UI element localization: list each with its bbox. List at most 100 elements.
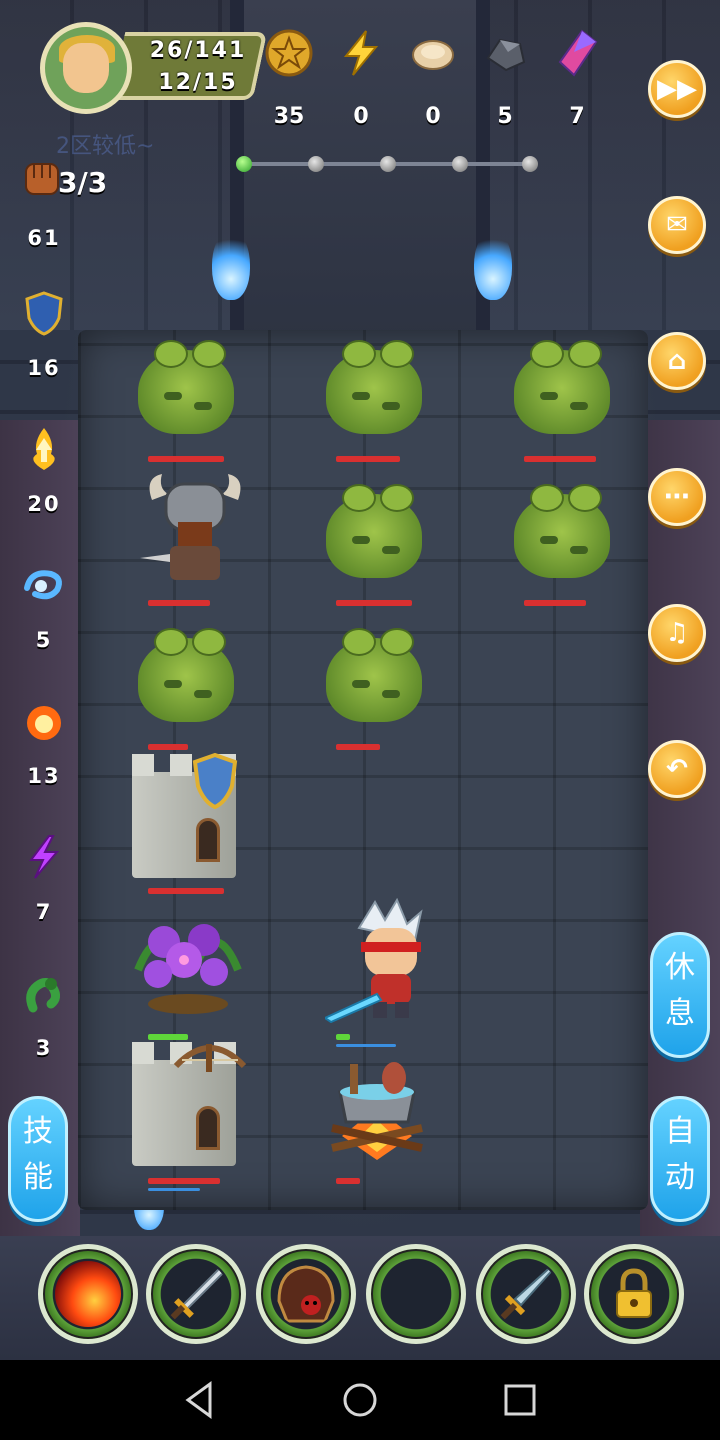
home-button[interactable]: ⌂ [648, 332, 706, 390]
skill-label-1: 技 [23, 1114, 53, 1149]
viking-warrior-enemy[interactable] [140, 470, 250, 590]
shield-icon [192, 752, 238, 810]
rest-button[interactable]: 休 息 [650, 932, 710, 1058]
crystal-value: 7 [569, 104, 585, 129]
skill-slot-empty[interactable] [366, 1244, 466, 1344]
ore-icon [486, 38, 526, 72]
helmet-icon [277, 1265, 335, 1323]
empty-slot-icon [383, 1261, 449, 1327]
skill-slot-sword[interactable] [476, 1244, 576, 1344]
gold-value: 35 [273, 104, 305, 129]
auto-label-2: 动 [665, 1160, 695, 1195]
progress-node [380, 156, 396, 172]
stat-fire-boost: 20 [14, 426, 74, 516]
skill-label-2: 能 [23, 1160, 53, 1195]
resource-energy: 0 [328, 28, 394, 129]
recents-icon[interactable] [498, 1378, 542, 1422]
enemy-hp-bar [336, 744, 380, 750]
frog-enemy[interactable] [322, 484, 426, 580]
auto-button[interactable]: 自 动 [650, 1096, 710, 1222]
fast-forward-icon: ▶▶ [657, 74, 697, 104]
tower-hp-bar [148, 1178, 220, 1184]
crystal-icon [558, 29, 598, 77]
resource-ore: 5 [472, 28, 538, 129]
tower-shield-bar [148, 1188, 200, 1191]
skill-button[interactable]: 技 能 [8, 1096, 68, 1222]
frog-enemy[interactable] [510, 484, 614, 580]
crossbow-tower[interactable] [124, 1036, 247, 1166]
gold-coin-icon [265, 29, 313, 77]
shield-tower[interactable] [124, 748, 244, 878]
hero-mp: 12/15 [158, 70, 238, 95]
fireball-value: 13 [27, 764, 61, 788]
purple-flower-plant[interactable] [128, 900, 248, 1020]
sound-icon: ♫ [665, 618, 689, 648]
crossbow-icon [173, 1044, 247, 1072]
frog-enemy[interactable] [322, 628, 426, 724]
fast-forward-button[interactable]: ▶▶ [648, 60, 706, 118]
water-value: 5 [35, 628, 53, 652]
stat-water: 5 [14, 562, 74, 652]
undo-button[interactable]: ↶ [648, 740, 706, 798]
water-swirl-icon [24, 570, 62, 600]
skill-slot-dagger[interactable] [146, 1244, 246, 1344]
sound-button[interactable]: ♫ [648, 604, 706, 662]
chat-button[interactable]: ⋯ [648, 468, 706, 526]
skill-slot-helmet[interactable] [256, 1244, 356, 1344]
poison-value: 3 [35, 1036, 53, 1060]
campfire-hp-bar [336, 1178, 360, 1184]
enemy-hp-bar [336, 456, 400, 462]
attack-value: 61 [27, 226, 61, 250]
hero-portrait[interactable] [40, 22, 132, 114]
back-icon[interactable] [178, 1378, 222, 1422]
lightning-icon [343, 30, 379, 76]
progress-node [308, 156, 324, 172]
skill-slot-fire-slash[interactable] [38, 1244, 138, 1344]
stat-attack: 61 [14, 226, 74, 250]
blue-flame-torch [212, 230, 250, 300]
fireball-icon [27, 706, 61, 740]
enemy-hp-bar [336, 600, 412, 606]
home-nav-icon[interactable] [338, 1378, 382, 1422]
enemy-hp-bar [148, 600, 210, 606]
mail-icon: ✉ [666, 210, 688, 240]
frog-enemy[interactable] [322, 340, 426, 436]
mail-button[interactable]: ✉ [648, 196, 706, 254]
stat-poison: 3 [14, 970, 74, 1060]
chat-icon: ⋯ [664, 482, 690, 512]
progress-node [452, 156, 468, 172]
enemy-hp-bar [148, 456, 224, 462]
auto-label-1: 自 [665, 1114, 695, 1149]
hero-hp: 26/141 [149, 38, 247, 63]
frog-enemy[interactable] [134, 628, 238, 724]
resource-gold: 35 [256, 28, 322, 129]
dagger-icon [166, 1263, 229, 1324]
player-hero[interactable] [322, 897, 445, 1028]
enemy-hp-bar [524, 456, 596, 462]
sword-icon [496, 1261, 559, 1324]
frog-enemy[interactable] [134, 340, 238, 436]
defense-value: 16 [27, 356, 61, 380]
undo-icon: ↶ [666, 754, 688, 784]
tower-hp-bar [148, 888, 224, 894]
shield-icon [25, 291, 63, 336]
frog-enemy[interactable] [510, 340, 614, 436]
skill-slot-locked[interactable] [584, 1244, 684, 1344]
fire-boost-value: 20 [27, 492, 61, 516]
fire-slash-icon [55, 1261, 121, 1327]
progress-node-current [236, 156, 252, 172]
hero-hp-bar [336, 1034, 350, 1040]
poison-worm-icon [26, 978, 61, 1013]
energy-value: 0 [353, 104, 369, 129]
campfire-cooking-pot[interactable] [322, 1048, 432, 1168]
blue-flame-torch [474, 230, 512, 300]
lock-icon [616, 1268, 652, 1318]
progress-node [522, 156, 538, 172]
lightning-value: 7 [35, 900, 53, 924]
enemy-hp-bar [524, 600, 586, 606]
zone-hint-text: 2区较低~ [56, 134, 155, 159]
bread-value: 0 [425, 104, 441, 129]
stat-fireball: 13 [14, 698, 74, 788]
stat-defense: 16 [14, 290, 74, 380]
ore-value: 5 [497, 104, 513, 129]
